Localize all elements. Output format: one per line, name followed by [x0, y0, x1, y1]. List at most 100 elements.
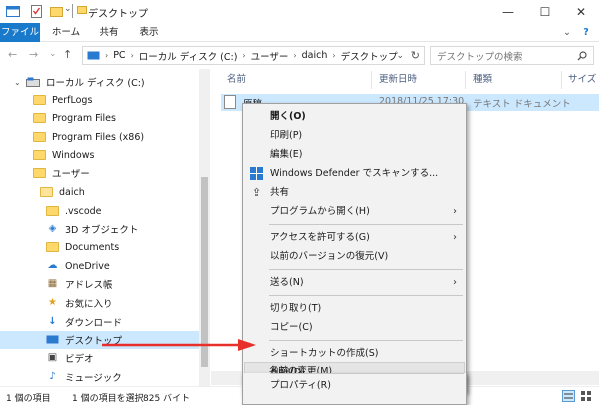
- chevron-right-icon: ›: [453, 232, 457, 243]
- new-folder-quick-icon[interactable]: [50, 5, 64, 18]
- pc-icon: [87, 51, 100, 59]
- sidebar-item-label: ローカル ディスク (C:): [46, 78, 145, 89]
- large-icons-view-icon[interactable]: [580, 390, 593, 402]
- chevron-right-icon: ›: [453, 277, 457, 288]
- status-selected: 1 個の項目を選択: [72, 394, 144, 404]
- sidebar-item-onedrive[interactable]: ☁ OneDrive: [0, 257, 199, 275]
- tab-home[interactable]: ホーム: [46, 23, 86, 42]
- chevron-right-icon: ›: [242, 51, 246, 60]
- explorer-icon[interactable]: [6, 5, 20, 18]
- breadcrumb-users[interactable]: ユーザー: [251, 49, 289, 63]
- minimize-button[interactable]: —: [490, 0, 526, 23]
- menu-item-copy[interactable]: コピー(C): [244, 318, 465, 337]
- sidebar-item-program-files-x86[interactable]: Program Files (x86): [0, 128, 199, 146]
- sidebar-item-favorites[interactable]: ★ お気に入り: [0, 294, 199, 312]
- chevron-right-icon: ›: [453, 206, 457, 217]
- sidebar-item-downloads[interactable]: ↓ ダウンロード: [0, 313, 199, 331]
- column-divider[interactable]: [561, 71, 562, 89]
- menu-item-cut[interactable]: 切り取り(T): [244, 299, 465, 318]
- breadcrumb-local-disk[interactable]: ローカル ディスク (C:): [139, 49, 238, 63]
- menu-item-properties[interactable]: プロパティ(R): [244, 376, 465, 395]
- menu-item-open-with[interactable]: プログラムから開く(H) ›: [244, 202, 465, 221]
- download-icon: ↓: [48, 316, 57, 327]
- menu-separator: [270, 373, 464, 374]
- menu-item-open[interactable]: 開く(O): [244, 107, 465, 126]
- menu-item-edit[interactable]: 編集(E): [244, 145, 465, 164]
- folder-icon: [46, 242, 59, 252]
- tab-view[interactable]: 表示: [132, 23, 166, 42]
- sidebar-item-contacts[interactable]: ▦ アドレス帳: [0, 275, 199, 293]
- menu-item-send-to[interactable]: 送る(N) ›: [244, 273, 465, 292]
- address-bar[interactable]: › PC › ローカル ディスク (C:) › ユーザー › daich › デ…: [82, 46, 425, 65]
- column-header-modified[interactable]: 更新日時: [379, 69, 417, 91]
- folder-icon: [46, 206, 59, 216]
- title-bar: ⌄ デスクトップ — ☐ ✕: [0, 0, 599, 23]
- folder-icon: [33, 113, 46, 123]
- text-file-icon: [224, 95, 236, 109]
- sidebar-item-users[interactable]: ユーザー: [0, 164, 199, 182]
- cube-icon: ◈: [48, 223, 57, 234]
- sidebar-item-local-disk[interactable]: ⌄ ローカル ディスク (C:): [0, 73, 199, 91]
- close-button[interactable]: ✕: [563, 0, 599, 23]
- breadcrumb-daich[interactable]: daich: [302, 50, 328, 61]
- sidebar-item-documents[interactable]: Documents: [0, 238, 199, 256]
- ribbon-expand-icon[interactable]: ⌄: [560, 23, 574, 42]
- sidebar-item-3d-objects[interactable]: ◈ 3D オブジェクト: [0, 220, 199, 238]
- search-input[interactable]: デスクトップの検索: [430, 46, 594, 65]
- properties-quick-icon[interactable]: [30, 5, 43, 18]
- menu-item-give-access[interactable]: アクセスを許可する(G) ›: [244, 228, 465, 247]
- sidebar-item-perflogs[interactable]: PerfLogs: [0, 91, 199, 109]
- recent-locations-button[interactable]: ⌄: [49, 49, 57, 59]
- menu-separator: [269, 295, 463, 296]
- sidebar-item-label: Documents: [65, 241, 120, 253]
- details-view-icon[interactable]: [562, 390, 575, 402]
- chevron-right-icon: ›: [293, 51, 297, 60]
- context-menu: 開く(O) 印刷(P) 編集(E) Windows Defender でスキャン…: [242, 103, 467, 393]
- refresh-icon[interactable]: ↻: [411, 49, 420, 62]
- sidebar-item-vscode[interactable]: .vscode: [0, 202, 199, 220]
- star-icon: ★: [48, 297, 57, 308]
- address-row: ← → ⌄ ↑ › PC › ローカル ディスク (C:) › ユーザー › d…: [0, 42, 599, 69]
- customize-quick-access-icon[interactable]: ⌄: [64, 4, 72, 17]
- chevron-right-icon: ›: [105, 51, 109, 60]
- column-header-type[interactable]: 種類: [473, 69, 492, 91]
- tab-share[interactable]: 共有: [92, 23, 126, 42]
- sidebar-item-daich[interactable]: daich: [0, 183, 199, 201]
- chevron-down-icon[interactable]: ⌄: [14, 78, 21, 87]
- column-divider[interactable]: [465, 71, 466, 89]
- chevron-right-icon: ›: [332, 51, 336, 60]
- tab-file[interactable]: ファイル: [0, 23, 40, 42]
- column-divider[interactable]: [371, 71, 372, 89]
- menu-item-share[interactable]: ⇪ 共有: [244, 183, 465, 202]
- back-button[interactable]: ←: [8, 48, 17, 61]
- desktop-icon: [46, 335, 59, 344]
- file-type: テキスト ドキュメント: [473, 99, 571, 110]
- sidebar-item-music[interactable]: ♪ ミュージック: [0, 368, 199, 386]
- folder-icon: [40, 187, 53, 197]
- forward-button[interactable]: →: [29, 48, 38, 61]
- sidebar-item-label: お気に入り: [65, 299, 113, 310]
- folder-title-icon: [77, 6, 87, 14]
- video-icon: ▣: [47, 352, 58, 363]
- folder-icon: [33, 168, 46, 178]
- window-title: デスクトップ: [88, 9, 148, 20]
- menu-item-create-shortcut[interactable]: ショートカットの作成(S): [244, 344, 465, 363]
- help-icon[interactable]: ?: [578, 23, 594, 42]
- address-dropdown-icon[interactable]: ⌄: [396, 51, 404, 61]
- menu-item-print[interactable]: 印刷(P): [244, 126, 465, 145]
- maximize-button[interactable]: ☐: [527, 0, 563, 23]
- breadcrumb-pc[interactable]: PC: [113, 50, 125, 61]
- menu-item-restore-versions[interactable]: 以前のバージョンの復元(V): [244, 247, 465, 266]
- column-header-size[interactable]: サイズ: [568, 69, 596, 91]
- sidebar-item-windows[interactable]: Windows: [0, 146, 199, 164]
- title-separator: [72, 4, 73, 18]
- menu-separator: [269, 340, 463, 341]
- column-header-name[interactable]: 名前: [227, 69, 246, 91]
- sidebar-item-program-files[interactable]: Program Files: [0, 109, 199, 127]
- breadcrumb-desktop[interactable]: デスクトップ: [341, 49, 398, 63]
- sidebar-item-label: ダウンロード: [65, 318, 123, 329]
- status-item-count: 1 個の項目: [6, 394, 51, 404]
- up-button[interactable]: ↑: [63, 48, 72, 61]
- annotation-arrow: [102, 339, 256, 351]
- menu-item-defender-scan[interactable]: Windows Defender でスキャンする...: [244, 164, 465, 183]
